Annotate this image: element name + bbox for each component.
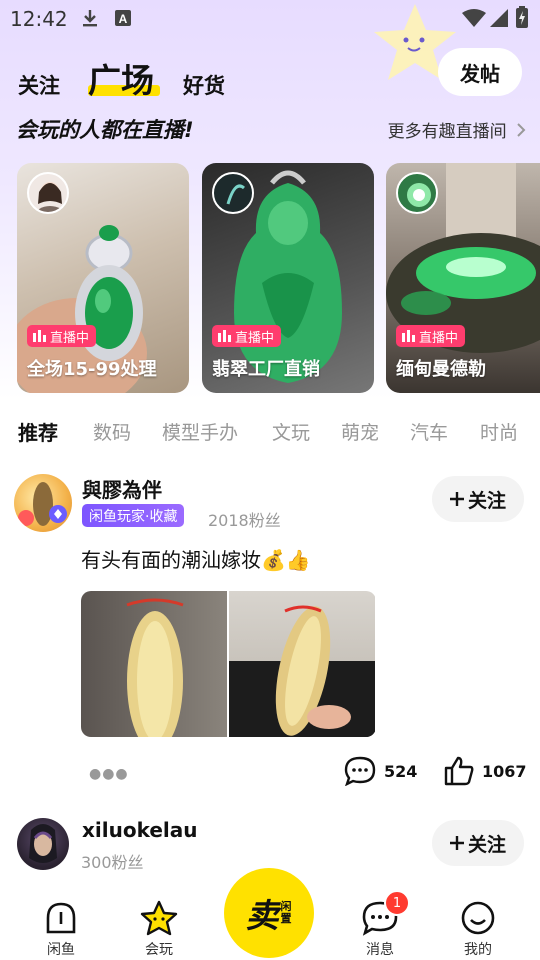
- tab-digital[interactable]: 数码: [93, 418, 131, 445]
- more-live-label: 更多有趣直播间: [387, 122, 507, 142]
- comment-icon: [344, 756, 376, 786]
- download-icon: [83, 10, 97, 27]
- plus-icon: [449, 492, 464, 506]
- category-tabs: 推荐 数码 模型手办 文玩 萌宠 汽车 时尚: [0, 414, 540, 448]
- post-button[interactable]: 发帖: [438, 48, 522, 96]
- live-badge-label: 直播中: [419, 330, 459, 346]
- streamer-avatar: [212, 172, 254, 214]
- sell-button[interactable]: 卖 闲置: [224, 868, 314, 958]
- streamer-avatar: [27, 172, 69, 214]
- tab-models[interactable]: 模型手办: [162, 418, 238, 445]
- battery-icon: [516, 6, 528, 28]
- streamer-avatar: [396, 172, 438, 214]
- star-icon: [140, 900, 178, 936]
- live-section-title: 会玩的人都在直播!: [16, 118, 194, 142]
- live-card[interactable]: 直播中 缅甸曼德勒: [386, 163, 540, 393]
- feed-post: 與膠為伴 闲鱼玩家·收藏 2018粉丝 关注 有头有面的潮汕嫁妆💰👍 ●●● 5…: [0, 474, 540, 804]
- post-images[interactable]: [81, 591, 376, 737]
- xianyu-home-icon: [46, 902, 76, 934]
- post-text: 有头有面的潮汕嫁妆💰👍: [81, 548, 311, 572]
- nav-label: 会玩: [145, 942, 173, 958]
- live-badge: 直播中: [396, 325, 466, 347]
- live-badge: 直播中: [212, 325, 282, 347]
- follow-button[interactable]: 关注: [432, 476, 524, 522]
- live-section-header: 会玩的人都在直播! 更多有趣直播间: [16, 114, 526, 144]
- live-badge-label: 直播中: [50, 330, 90, 346]
- post-username[interactable]: 與膠為伴: [82, 474, 162, 503]
- nav-item-home[interactable]: 闲鱼: [21, 900, 101, 959]
- post-username[interactable]: xiluokelau: [82, 818, 198, 842]
- live-badge-label: 直播中: [235, 330, 275, 346]
- live-bars-icon: [218, 330, 231, 342]
- status-bar: 12:42 A: [0, 0, 540, 36]
- user-avatar[interactable]: [14, 474, 72, 532]
- live-card[interactable]: 直播中 全场15-99处理: [17, 163, 189, 393]
- post-image[interactable]: [81, 591, 227, 737]
- tab-pets[interactable]: 萌宠: [341, 418, 379, 445]
- like-action[interactable]: 1067: [444, 756, 527, 786]
- live-card-caption: 翡翠工厂直销: [212, 359, 320, 380]
- bottom-navigation: 闲鱼 会玩 卖 闲置 消息 1 我的: [0, 868, 540, 960]
- user-level-tag: 闲鱼玩家·收藏: [82, 504, 185, 527]
- unread-badge: 1: [384, 890, 410, 916]
- sell-sub-label: 闲置: [280, 900, 292, 925]
- follow-label: 关注: [467, 833, 506, 856]
- live-cards-row: 直播中 全场15-99处理 直播中 翡翠工厂直销 直播中 缅甸曼德勒: [17, 163, 540, 393]
- nav-item-play[interactable]: 会玩: [119, 900, 199, 959]
- more-options-icon[interactable]: ●●●: [89, 766, 129, 782]
- tab-cars[interactable]: 汽车: [410, 418, 448, 445]
- plus-icon: [449, 836, 464, 850]
- tab-fashion[interactable]: 时尚: [480, 418, 518, 445]
- nav-label: 消息: [366, 942, 394, 958]
- status-time: 12:42: [10, 7, 68, 31]
- comment-count: 524: [384, 761, 418, 781]
- live-bars-icon: [402, 330, 415, 342]
- nav-item-messages[interactable]: 消息 1: [340, 890, 420, 959]
- user-avatar[interactable]: [17, 818, 69, 870]
- follow-button[interactable]: 关注: [432, 820, 524, 866]
- live-card-caption: 全场15-99处理: [27, 359, 157, 380]
- live-badge: 直播中: [27, 325, 97, 347]
- like-count: 1067: [482, 761, 527, 781]
- signal-icon: [490, 9, 508, 27]
- more-live-link[interactable]: 更多有趣直播间: [388, 117, 526, 142]
- tab-goods[interactable]: 好货: [183, 70, 225, 100]
- live-bars-icon: [33, 330, 46, 342]
- live-card-caption: 缅甸曼德勒: [396, 359, 486, 380]
- follow-label: 关注: [467, 489, 506, 512]
- svg-text:A: A: [119, 12, 128, 26]
- tab-recommend[interactable]: 推荐: [18, 417, 58, 446]
- nav-label: 闲鱼: [47, 942, 75, 958]
- tab-plaza[interactable]: 广场: [88, 54, 154, 102]
- tab-collectibles[interactable]: 文玩: [272, 418, 310, 445]
- comment-action[interactable]: 524: [344, 756, 417, 786]
- sell-main-label: 卖: [245, 896, 279, 935]
- wifi-icon: [462, 9, 486, 27]
- fans-count: 2018粉丝: [208, 511, 281, 530]
- nav-item-me[interactable]: 我的: [438, 900, 518, 959]
- nav-label: 我的: [464, 942, 492, 958]
- thumbs-up-icon: [444, 756, 474, 786]
- font-a-icon: A: [115, 10, 131, 26]
- post-image[interactable]: [229, 591, 375, 737]
- post-actions: ●●● 524 1067: [0, 756, 540, 792]
- smile-face-icon: [461, 901, 495, 935]
- fans-count: 300粉丝: [81, 853, 144, 872]
- chevron-right-icon: [517, 123, 526, 137]
- live-card[interactable]: 直播中 翡翠工厂直销: [202, 163, 374, 393]
- tab-follow[interactable]: 关注: [18, 70, 60, 100]
